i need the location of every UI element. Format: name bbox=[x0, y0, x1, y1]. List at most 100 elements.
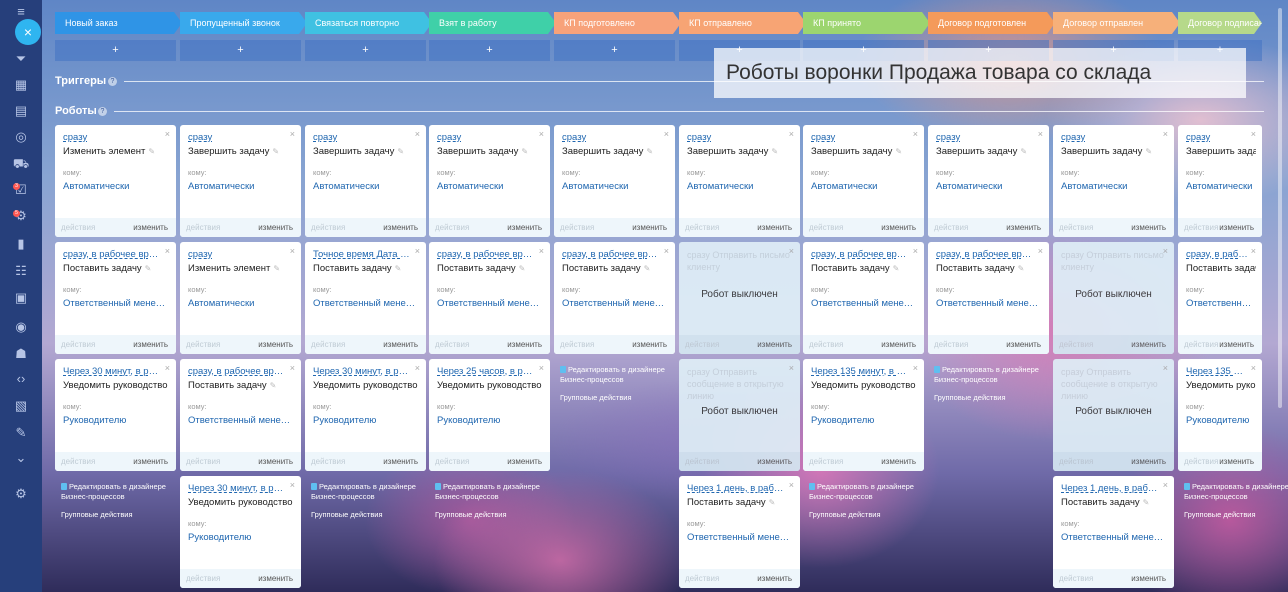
edit-robot-button[interactable]: изменить bbox=[632, 223, 667, 232]
edit-in-designer-link[interactable]: Редактировать в дизайнере Бизнес-процесс… bbox=[1184, 482, 1288, 502]
robot-card[interactable]: Через 30 минут, в рабочее время Уведомить… bbox=[55, 359, 176, 471]
pencil-icon[interactable]: ✎ bbox=[895, 147, 902, 156]
delete-robot-icon[interactable]: × bbox=[1163, 363, 1168, 373]
robot-card-disabled[interactable]: сразу Отправить письмо клиенту Робот выкл… bbox=[679, 242, 800, 354]
stage-header[interactable]: КП подготовлено bbox=[554, 12, 681, 34]
edit-robot-button[interactable]: изменить bbox=[632, 340, 667, 349]
robot-condition-link[interactable]: сразу, в рабочее время bbox=[188, 366, 287, 377]
pencil-icon[interactable]: ✎ bbox=[395, 264, 402, 273]
robot-condition-link[interactable]: сразу bbox=[687, 132, 786, 143]
robot-recipient-link[interactable]: Руководителю bbox=[313, 415, 420, 426]
pencil-icon[interactable]: ✎ bbox=[272, 147, 279, 156]
sidebar-code-icon[interactable]: ‹› bbox=[11, 370, 31, 388]
robot-card[interactable]: Через 1 день, в рабочее время Поставить з… bbox=[679, 476, 800, 588]
stage-header[interactable]: Договор подготовлен bbox=[928, 12, 1055, 34]
robot-card[interactable]: сразу, в рабочее время Поставить задачу✎ к… bbox=[1178, 242, 1262, 354]
pencil-icon[interactable]: ✎ bbox=[644, 264, 651, 273]
robot-condition-link[interactable]: сразу bbox=[562, 132, 661, 143]
robot-condition-link[interactable]: сразу bbox=[1061, 132, 1160, 143]
add-robot-button[interactable]: + bbox=[429, 40, 550, 61]
edit-robot-button[interactable]: изменить bbox=[1131, 457, 1166, 466]
robot-condition-link[interactable]: Точное время Дата и время bbox=[313, 249, 412, 260]
robot-card[interactable]: сразу Завершить задачу✎ кому: Автоматически… bbox=[679, 125, 800, 237]
sidebar-chart-icon[interactable]: ▮ bbox=[11, 235, 31, 253]
edit-robot-button[interactable]: изменить bbox=[757, 574, 792, 583]
edit-in-designer-link[interactable]: Редактировать в дизайнере Бизнес-процесс… bbox=[934, 365, 1052, 385]
edit-robot-button[interactable]: изменить bbox=[383, 340, 418, 349]
robot-card[interactable]: сразу Завершить задачу✎ кому: Автоматически… bbox=[305, 125, 426, 237]
robot-card[interactable]: сразу Завершить задачу✎ кому: Автоматически… bbox=[180, 125, 301, 237]
sidebar-sign-icon[interactable]: ✎ bbox=[11, 424, 31, 442]
robot-recipient-link[interactable]: Ответственный менеджер bbox=[1186, 298, 1256, 309]
add-robot-button[interactable]: + bbox=[305, 40, 426, 61]
robot-card[interactable]: сразу Завершить задачу✎ кому: Автоматически… bbox=[1053, 125, 1174, 237]
pencil-icon[interactable]: ✎ bbox=[521, 147, 528, 156]
sidebar-target-icon[interactable]: ◎ bbox=[11, 128, 31, 146]
edit-in-designer-link[interactable]: Редактировать в дизайнере Бизнес-процесс… bbox=[809, 482, 927, 502]
group-actions-link[interactable]: Групповые действия bbox=[1184, 510, 1288, 519]
robot-condition-link[interactable]: сразу bbox=[437, 132, 536, 143]
robot-condition-link[interactable]: сразу, в рабочее время bbox=[811, 249, 910, 260]
delete-robot-icon[interactable]: × bbox=[789, 246, 794, 256]
robot-recipient-link[interactable]: Автоматически bbox=[63, 181, 170, 192]
edit-robot-button[interactable]: изменить bbox=[507, 457, 542, 466]
edit-robot-button[interactable]: изменить bbox=[1219, 340, 1254, 349]
sidebar-calendar-icon[interactable]: ▦ bbox=[11, 76, 31, 94]
pencil-icon[interactable]: ✎ bbox=[771, 147, 778, 156]
robot-card[interactable]: Через 25 часов, в рабочее время Уведомить… bbox=[429, 359, 550, 471]
robot-card[interactable]: сразу Завершить задачу✎ кому: Автоматически… bbox=[803, 125, 924, 237]
edit-in-designer-link[interactable]: Редактировать в дизайнере Бизнес-процесс… bbox=[560, 365, 678, 385]
edit-robot-button[interactable]: изменить bbox=[133, 223, 168, 232]
robot-card[interactable]: сразу, в рабочее время Поставить задачу✎ к… bbox=[429, 242, 550, 354]
robot-card[interactable]: сразу, в рабочее время Поставить задачу✎ к… bbox=[803, 242, 924, 354]
robot-condition-link[interactable]: Через 30 минут, в рабочее время bbox=[188, 483, 287, 494]
sidebar-docs-icon[interactable]: ▧ bbox=[11, 397, 31, 415]
robot-recipient-link[interactable]: Ответственный менеджер bbox=[562, 298, 669, 309]
page-scrollbar[interactable] bbox=[1278, 8, 1282, 408]
robot-card[interactable]: сразу, в рабочее время Поставить задачу✎ к… bbox=[180, 359, 301, 471]
robot-card-disabled[interactable]: сразу Отправить сообщение в открытую лин… bbox=[679, 359, 800, 471]
delete-robot-icon[interactable]: × bbox=[1038, 246, 1043, 256]
robot-recipient-link[interactable]: Автоматически bbox=[1061, 181, 1168, 192]
robot-recipient-link[interactable]: Автоматически bbox=[1186, 181, 1256, 192]
edit-robot-button[interactable]: изменить bbox=[1006, 223, 1041, 232]
delete-robot-icon[interactable]: × bbox=[415, 129, 420, 139]
edit-robot-button[interactable]: изменить bbox=[258, 457, 293, 466]
group-actions-link[interactable]: Групповые действия bbox=[934, 393, 1052, 402]
sidebar-settings-icon[interactable]: ⚙ bbox=[11, 485, 31, 503]
robot-condition-link[interactable]: Через 1 день, в рабочее время bbox=[1061, 483, 1160, 494]
delete-robot-icon[interactable]: × bbox=[789, 129, 794, 139]
robot-card[interactable]: сразу, в рабочее время Поставить задачу✎ к… bbox=[55, 242, 176, 354]
robot-recipient-link[interactable]: Автоматически bbox=[188, 181, 295, 192]
edit-in-designer-link[interactable]: Редактировать в дизайнере Бизнес-процесс… bbox=[61, 482, 179, 502]
stage-header[interactable]: Пропущенный звонок bbox=[180, 12, 307, 34]
robot-card[interactable]: сразу Завершить задачу✎ кому: Автоматически… bbox=[429, 125, 550, 237]
delete-robot-icon[interactable]: × bbox=[539, 129, 544, 139]
delete-robot-icon[interactable]: × bbox=[290, 480, 295, 490]
sidebar-filter-icon[interactable]: ⏷ bbox=[11, 50, 31, 68]
pencil-icon[interactable]: ✎ bbox=[1018, 264, 1025, 273]
robot-recipient-link[interactable]: Ответственный менеджер bbox=[437, 298, 544, 309]
pencil-icon[interactable]: ✎ bbox=[519, 264, 526, 273]
edit-robot-button[interactable]: изменить bbox=[258, 340, 293, 349]
robot-recipient-link[interactable]: Автоматически bbox=[936, 181, 1043, 192]
delete-robot-icon[interactable]: × bbox=[664, 129, 669, 139]
delete-robot-icon[interactable]: × bbox=[539, 246, 544, 256]
pencil-icon[interactable]: ✎ bbox=[1020, 147, 1027, 156]
robot-recipient-link[interactable]: Руководителю bbox=[188, 532, 295, 543]
robot-condition-link[interactable]: сразу, в рабочее время bbox=[562, 249, 661, 260]
robot-card[interactable]: сразу Изменить элемент ✎ кому: Автоматически… bbox=[180, 242, 301, 354]
group-actions-link[interactable]: Групповые действия bbox=[61, 510, 179, 519]
robot-condition-link[interactable]: сразу bbox=[936, 132, 1035, 143]
robot-recipient-link[interactable]: Автоматически bbox=[562, 181, 669, 192]
sidebar-menu-icon[interactable]: ≡ bbox=[11, 3, 31, 21]
robot-card[interactable]: сразу Завершить задачу✎ кому: Автоматически… bbox=[928, 125, 1049, 237]
delete-robot-icon[interactable]: × bbox=[1163, 129, 1168, 139]
group-actions-link[interactable]: Групповые действия bbox=[435, 510, 553, 519]
pencil-icon[interactable]: ✎ bbox=[397, 147, 404, 156]
robot-recipient-link[interactable]: Руководителю bbox=[1186, 415, 1256, 426]
robot-recipient-link[interactable]: Ответственный менеджер bbox=[188, 415, 295, 426]
robot-recipient-link[interactable]: Ответственный менеджер bbox=[687, 532, 794, 543]
pencil-icon[interactable]: ✎ bbox=[1145, 147, 1152, 156]
pencil-icon[interactable]: ✎ bbox=[273, 264, 280, 273]
